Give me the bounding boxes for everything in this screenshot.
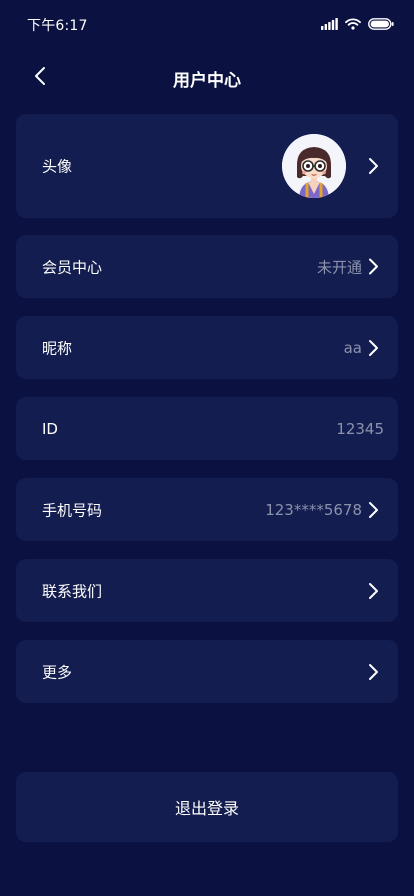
avatar-row[interactable]: 头像 <box>16 114 398 218</box>
chevron-right-icon <box>366 581 380 601</box>
avatar <box>282 134 346 198</box>
header: 用户中心 <box>0 56 414 98</box>
more-row[interactable]: 更多 <box>16 640 398 703</box>
chevron-right-icon <box>366 662 380 682</box>
status-icons <box>321 17 394 31</box>
id-row: ID 12345 <box>16 397 398 460</box>
chevron-right-icon <box>366 156 380 176</box>
contact-us-label: 联系我们 <box>42 582 103 600</box>
phone-label: 手机号码 <box>42 501 103 519</box>
user-center-screen: 下午6:17 用户中心 头像 会员中心 未开通 昵称 aa ID 12345 手… <box>0 0 414 896</box>
id-label: ID <box>42 419 58 438</box>
contact-us-row[interactable]: 联系我们 <box>16 559 398 622</box>
phone-row[interactable]: 手机号码 123****5678 <box>16 478 398 541</box>
membership-row[interactable]: 会员中心 未开通 <box>16 235 398 298</box>
signal-icon <box>321 15 338 34</box>
status-bar: 下午6:17 <box>0 0 414 48</box>
chevron-right-icon <box>366 257 380 277</box>
chevron-right-icon <box>366 338 380 358</box>
membership-label: 会员中心 <box>42 258 103 276</box>
nickname-label: 昵称 <box>42 339 73 357</box>
id-value: 12345 <box>336 419 384 438</box>
status-time: 下午6:17 <box>27 18 88 34</box>
phone-value: 123****5678 <box>265 500 362 519</box>
more-label: 更多 <box>42 663 73 681</box>
logout-label: 退出登录 <box>174 799 239 818</box>
avatar-label: 头像 <box>42 157 73 176</box>
chevron-right-icon <box>366 500 380 520</box>
logout-button[interactable]: 退出登录 <box>16 772 398 842</box>
nickname-value: aa <box>343 338 362 357</box>
battery-icon <box>368 15 394 34</box>
nickname-row[interactable]: 昵称 aa <box>16 316 398 379</box>
wifi-icon <box>345 15 361 34</box>
membership-value: 未开通 <box>316 258 362 276</box>
page-title: 用户中心 <box>173 71 241 91</box>
